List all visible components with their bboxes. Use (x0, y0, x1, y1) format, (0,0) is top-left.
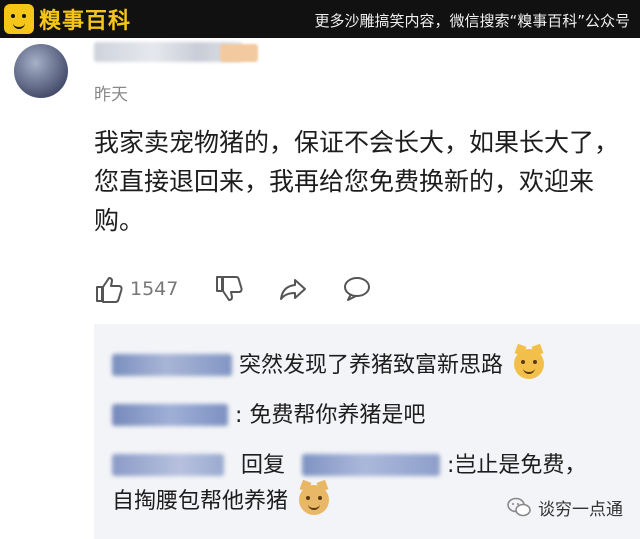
reply-word: 回复 (241, 453, 286, 478)
thumbs-up-icon (94, 274, 124, 304)
reply-text: : 免费帮你养猪是吧 (235, 403, 426, 428)
dislike-button[interactable] (214, 274, 244, 304)
logo-face-icon (4, 4, 34, 34)
reply-item[interactable]: 突然发现了养猪致富新思路 (112, 343, 545, 384)
watermark: 谈穷一点通 (506, 494, 623, 520)
share-button[interactable] (278, 274, 308, 304)
reply-item[interactable]: : 免费帮你养猪是吧 (112, 398, 425, 434)
user-level-badge (220, 44, 258, 62)
reply-text: 突然发现了养猪致富新思路 (239, 353, 504, 378)
logo: 糗事百科 (4, 4, 131, 34)
reply-username-blurred[interactable] (112, 404, 228, 426)
cat-emoji-icon (514, 343, 545, 379)
reply-text: :岂止是免费， (447, 453, 587, 478)
reply-target-blurred[interactable] (302, 454, 441, 476)
comment-icon (342, 274, 372, 304)
like-button[interactable]: 1547 (94, 274, 178, 304)
top-banner: 糗事百科 更多沙雕搞笑内容，微信搜索“糗事百科”公众号 (0, 0, 640, 38)
comment-time: 昨天 (94, 85, 128, 105)
promo-text: 更多沙雕搞笑内容，微信搜索“糗事百科”公众号 (314, 12, 630, 30)
avatar[interactable] (14, 44, 68, 98)
logo-text: 糗事百科 (39, 9, 132, 34)
reply-text-continued: 自掏腰包帮他养猪 (112, 489, 289, 514)
share-icon (278, 274, 308, 304)
reply-username-blurred[interactable] (112, 354, 232, 376)
comment-button[interactable] (342, 274, 372, 304)
wechat-icon (506, 494, 532, 520)
dog-emoji-icon (299, 479, 330, 515)
watermark-text: 谈穷一点通 (538, 499, 623, 520)
reply-username-blurred[interactable] (112, 454, 224, 476)
comment-actions: 1547 (94, 272, 372, 306)
thumbs-down-icon (214, 274, 244, 304)
comment-content: 我家卖宠物猪的，保证不会长大，如果长大了，您直接退回来，我再给您免费换新的，欢迎… (94, 128, 620, 235)
like-count: 1547 (130, 278, 179, 300)
